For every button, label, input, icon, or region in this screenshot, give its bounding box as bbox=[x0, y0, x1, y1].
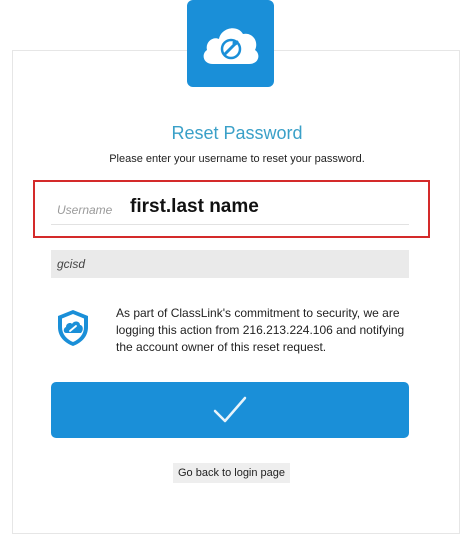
back-to-login-link[interactable]: Go back to login page bbox=[173, 463, 291, 483]
cloud-logo-icon bbox=[203, 27, 258, 64]
username-placeholder: Username bbox=[57, 203, 113, 217]
page-title: Reset Password bbox=[171, 123, 303, 143]
tenant-value: gcisd bbox=[57, 257, 86, 271]
tenant-field[interactable]: gcisd bbox=[51, 250, 409, 278]
classlink-logo bbox=[187, 0, 274, 87]
checkmark-icon bbox=[213, 396, 247, 423]
username-input[interactable]: first.last name bbox=[130, 196, 259, 218]
username-underline bbox=[51, 224, 409, 225]
submit-button[interactable] bbox=[51, 382, 409, 438]
classlink-shield-icon bbox=[58, 310, 88, 346]
security-notice: As part of ClassLink's commitment to sec… bbox=[116, 306, 405, 354]
page-subtitle: Please enter your username to reset your… bbox=[109, 153, 365, 165]
